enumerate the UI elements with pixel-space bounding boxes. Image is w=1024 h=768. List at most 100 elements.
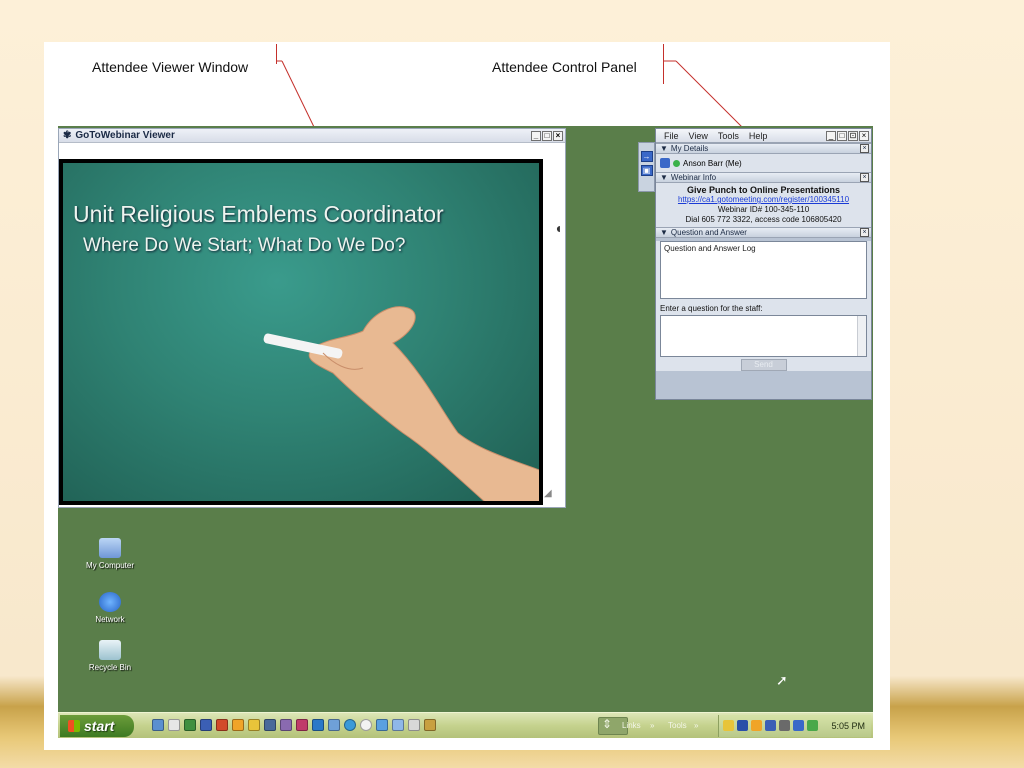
desktop-icon-label: Network — [95, 615, 125, 624]
menu-file[interactable]: File — [664, 131, 679, 141]
collapse-triangle-icon[interactable]: ▼ — [660, 228, 668, 237]
send-button[interactable]: Send — [740, 359, 787, 371]
tray-shield-icon[interactable] — [765, 720, 776, 731]
close-button[interactable]: × — [553, 130, 563, 141]
quicklaunch-document-icon[interactable] — [392, 719, 404, 731]
tools-toolbar[interactable]: Tools — [668, 721, 687, 730]
quicklaunch-folder-icon[interactable] — [248, 719, 260, 731]
windows-logo-icon — [68, 720, 80, 732]
viewer-callout-label: Attendee Viewer Window — [92, 59, 249, 75]
menu-tools[interactable]: Tools — [718, 131, 739, 141]
quicklaunch-browser-icon[interactable] — [152, 719, 164, 731]
quicklaunch-network-icon[interactable] — [376, 719, 388, 731]
panel-maximize-button[interactable]: □ — [837, 130, 847, 141]
desktop-icon-label: Recycle Bin — [88, 663, 132, 672]
webinar-id: Webinar ID# 100-345-110 — [717, 205, 810, 214]
viewer-scroll-indicator: ◖ — [554, 220, 563, 236]
collapse-triangle-icon[interactable]: ▼ — [660, 144, 668, 153]
links-expand-icon[interactable]: » — [650, 721, 654, 730]
quicklaunch-printer-icon[interactable] — [408, 719, 420, 731]
section-close-icon[interactable]: × — [860, 144, 869, 153]
menu-help[interactable]: Help — [749, 131, 768, 141]
tray-folder-icon[interactable] — [723, 720, 734, 731]
system-tray: 5:05 PM — [718, 715, 871, 737]
quicklaunch-clock-icon[interactable] — [360, 719, 372, 731]
webinar-register-link[interactable]: https://ca1.gotomeeting.com/register/100… — [658, 195, 869, 205]
tray-network-icon[interactable] — [807, 720, 818, 731]
quicklaunch-monitor-icon[interactable] — [264, 719, 276, 731]
gotowebinar-icon: ✾ — [63, 130, 72, 141]
question-scrollbar[interactable] — [857, 316, 866, 356]
viewer-window[interactable]: ✾ GoToWebinar Viewer _ □ × Unit Religiou… — [58, 128, 566, 508]
qa-title: Question and Answer — [670, 228, 747, 237]
quicklaunch-player-icon[interactable] — [344, 719, 356, 731]
mouse-cursor-icon: ➚ — [776, 672, 788, 688]
quicklaunch-app-icon[interactable] — [232, 719, 244, 731]
panel-callout-label: Attendee Control Panel — [492, 59, 637, 75]
tray-settings-icon[interactable] — [779, 720, 790, 731]
screen-icon[interactable]: ▣ — [640, 165, 653, 176]
speaker-icon[interactable] — [660, 158, 670, 168]
attendee-name: Anson Barr (Me) — [683, 158, 742, 168]
my-details-body: Anson Barr (Me) — [656, 154, 871, 172]
links-toolbar[interactable]: Links — [622, 721, 641, 730]
quicklaunch-powerpoint-icon[interactable] — [216, 719, 228, 731]
tools-expand-icon[interactable]: » — [694, 721, 698, 730]
webinar-info-header[interactable]: ▼ Webinar Info × — [656, 172, 871, 183]
status-dot-icon — [673, 159, 680, 167]
desktop-icon-label: My Computer — [85, 561, 134, 570]
webinar-dial-info: Dial 605 772 3322, access code 106805420 — [685, 215, 842, 224]
my-details-header[interactable]: ▼ My Details × — [656, 143, 871, 154]
qa-input-label: Enter a question for the staff: — [660, 304, 763, 313]
control-panel[interactable]: File View Tools Help _ □ ⊡ × ▼ My Detail… — [655, 128, 872, 400]
start-label: start — [84, 718, 115, 734]
my-details-title: My Details — [670, 144, 709, 153]
qa-body: Question and Answer Log Enter a question… — [656, 241, 871, 371]
panel-minimize-button[interactable]: _ — [826, 130, 836, 141]
panel-dock-button[interactable]: ⊡ — [848, 130, 858, 141]
webinar-title: Give Punch to Online Presentations — [686, 185, 841, 195]
desktop-icon-recycle-bin[interactable]: Recycle Bin — [75, 640, 145, 672]
question-input[interactable] — [660, 315, 867, 357]
taskbar-clock[interactable]: 5:05 PM — [831, 721, 865, 731]
collapse-triangle-icon[interactable]: ▼ — [660, 173, 668, 182]
menu-view[interactable]: View — [689, 131, 708, 141]
section-close-icon[interactable]: × — [860, 173, 869, 182]
tray-webinar-icon[interactable] — [737, 720, 748, 731]
desktop-icon-network[interactable]: Network — [75, 592, 145, 624]
quicklaunch-tools-icon[interactable] — [280, 719, 292, 731]
panel-menubar: File View Tools Help _ □ ⊡ × — [656, 129, 871, 143]
quicklaunch-excel-icon[interactable] — [184, 719, 196, 731]
webinar-info-title: Webinar Info — [670, 173, 717, 182]
quicklaunch-user-icon[interactable] — [424, 719, 436, 731]
tray-alert-icon[interactable] — [751, 720, 762, 731]
desktop-icon-my-computer[interactable]: My Computer — [75, 538, 145, 570]
network-icon — [99, 592, 121, 612]
taskbar: start ⇕ Links » Tools » 5:05 PM — [58, 712, 873, 738]
panel-close-button[interactable]: × — [859, 130, 869, 141]
my-computer-icon — [99, 538, 121, 558]
minimize-button[interactable]: _ — [531, 130, 541, 141]
arrow-right-icon[interactable]: → — [640, 151, 653, 162]
maximize-button[interactable]: □ — [542, 130, 552, 141]
quicklaunch-desktop-icon[interactable] — [168, 719, 180, 731]
quicklaunch-globe-icon[interactable] — [312, 719, 324, 731]
quicklaunch-word-icon[interactable] — [200, 719, 212, 731]
qa-log: Question and Answer Log — [660, 241, 867, 299]
viewer-titlebar[interactable]: ✾ GoToWebinar Viewer _ □ × — [59, 129, 565, 143]
quicklaunch-media-icon[interactable] — [296, 719, 308, 731]
recycle-bin-icon — [99, 640, 121, 660]
hand-with-chalk-image — [263, 306, 539, 501]
tray-security-icon[interactable] — [793, 720, 804, 731]
presentation-slide: Unit Religious Emblems Coordinator Where… — [59, 159, 543, 505]
resize-grip-icon[interactable]: ◢ — [544, 488, 552, 499]
panel-callout-line — [663, 60, 743, 128]
viewer-callout-line — [276, 60, 315, 128]
quicklaunch-cloud-icon[interactable] — [328, 719, 340, 731]
section-close-icon[interactable]: × — [860, 228, 869, 237]
taskbar-scroll-icon[interactable]: ⇕ — [602, 717, 612, 731]
qa-header[interactable]: ▼ Question and Answer × — [656, 227, 871, 238]
webinar-info-body: Give Punch to Online Presentations https… — [656, 183, 871, 227]
start-button[interactable]: start — [60, 715, 134, 737]
panel-side-strip: → ▣ — [638, 142, 655, 192]
